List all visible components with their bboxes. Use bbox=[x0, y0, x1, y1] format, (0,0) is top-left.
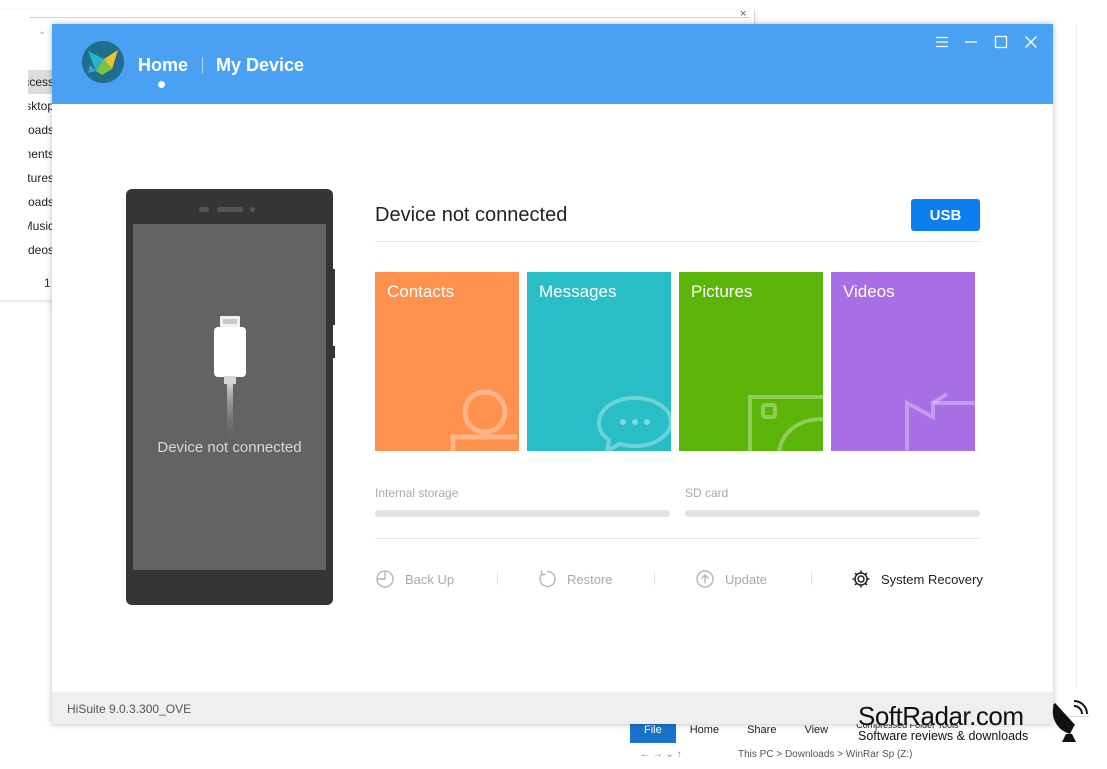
tile-messages[interactable]: Messages bbox=[527, 272, 671, 451]
nav-tab-my-device[interactable]: My Device bbox=[216, 55, 304, 76]
status-divider bbox=[375, 241, 980, 242]
usb-cable-icon bbox=[214, 316, 246, 444]
phone-sensor bbox=[199, 207, 209, 212]
background-nav-item[interactable]: Music bbox=[28, 214, 54, 238]
background-nav-item[interactable]: Pictures bbox=[28, 166, 54, 190]
background-close-icon: × bbox=[740, 8, 747, 20]
gear-icon bbox=[852, 570, 870, 588]
title-bar: Home My Device bbox=[52, 24, 1053, 104]
watermark-brand: SoftRadar.com bbox=[858, 701, 1024, 731]
nav-separator bbox=[202, 57, 203, 73]
background-nav-arrows-icon[interactable]: ← → ⌄ ↑ bbox=[640, 749, 682, 760]
softradar-watermark: SoftRadar.com Software reviews & downloa… bbox=[858, 703, 1028, 743]
hamburger-icon[interactable] bbox=[932, 33, 952, 51]
maximize-icon[interactable] bbox=[991, 33, 1011, 51]
phone-screen: Device not connected bbox=[133, 224, 326, 570]
tile-contacts[interactable]: Contacts bbox=[375, 272, 519, 451]
phone-speaker bbox=[217, 207, 243, 212]
background-toolbar-line bbox=[30, 17, 750, 18]
action-label: Update bbox=[725, 571, 767, 587]
background-window-edge bbox=[1053, 24, 1077, 688]
internal-storage-bar bbox=[375, 510, 670, 517]
restore-button[interactable]: Restore bbox=[537, 569, 613, 589]
tile-label: Messages bbox=[539, 282, 617, 301]
background-nav-item[interactable]: Quick access bbox=[28, 70, 54, 94]
action-label: System Recovery bbox=[881, 571, 983, 587]
phone-illustration: Device not connected bbox=[126, 189, 333, 605]
tile-label: Pictures bbox=[691, 282, 753, 301]
tile-label: Contacts bbox=[387, 282, 455, 301]
sd-card-bar bbox=[685, 510, 980, 517]
background-chevron-icon: ⌄ bbox=[38, 26, 47, 37]
background-address-bar[interactable]: This PC > Downloads > WinRar Sp (Z:) bbox=[738, 749, 913, 760]
version-label: HiSuite 9.0.3.300_OVE bbox=[67, 702, 192, 716]
tile-pictures[interactable]: Pictures bbox=[679, 272, 823, 451]
tile-videos[interactable]: Videos bbox=[831, 272, 975, 451]
background-item-count: 1 bbox=[44, 276, 51, 290]
hisuite-logo-icon bbox=[82, 41, 124, 83]
internal-storage-label: Internal storage bbox=[375, 486, 459, 500]
satellite-dish-icon bbox=[1052, 700, 1088, 742]
background-nav-item[interactable]: Videos bbox=[28, 238, 54, 262]
actions-divider bbox=[375, 538, 980, 539]
nav-tab-home[interactable]: Home bbox=[138, 55, 188, 76]
action-label: Restore bbox=[567, 571, 613, 587]
close-icon[interactable] bbox=[1021, 33, 1041, 51]
nav-active-indicator bbox=[158, 81, 165, 88]
restore-icon bbox=[539, 570, 556, 588]
usb-connect-button[interactable]: USB bbox=[911, 199, 980, 231]
phone-side-button bbox=[332, 346, 335, 358]
background-nav-item[interactable]: Downloads bbox=[28, 118, 54, 142]
hisuite-window: Home My Device Device not connected Devi… bbox=[52, 24, 1053, 724]
sd-card-label: SD card bbox=[685, 486, 729, 500]
action-separator bbox=[497, 572, 498, 585]
phone-camera bbox=[250, 207, 255, 212]
connection-status-title: Device not connected bbox=[375, 204, 568, 226]
system-recovery-button[interactable]: System Recovery bbox=[851, 569, 983, 589]
background-nav-item[interactable]: Documents bbox=[28, 142, 54, 166]
phone-side-button bbox=[332, 269, 335, 325]
action-label: Back Up bbox=[405, 571, 455, 587]
tile-label: Videos bbox=[843, 282, 895, 301]
background-nav-item[interactable]: Downloads bbox=[28, 190, 54, 214]
backup-clock-icon bbox=[376, 570, 394, 588]
watermark-tagline: Software reviews & downloads bbox=[858, 729, 1029, 743]
update-button[interactable]: Update bbox=[695, 569, 767, 589]
minimize-icon[interactable] bbox=[961, 33, 981, 51]
action-separator bbox=[654, 572, 655, 585]
background-nav-item[interactable]: Desktop bbox=[28, 94, 54, 118]
phone-screen-message: Device not connected bbox=[157, 439, 302, 456]
update-arrow-icon bbox=[696, 570, 714, 588]
action-separator bbox=[811, 572, 812, 585]
backup-button[interactable]: Back Up bbox=[375, 569, 454, 589]
